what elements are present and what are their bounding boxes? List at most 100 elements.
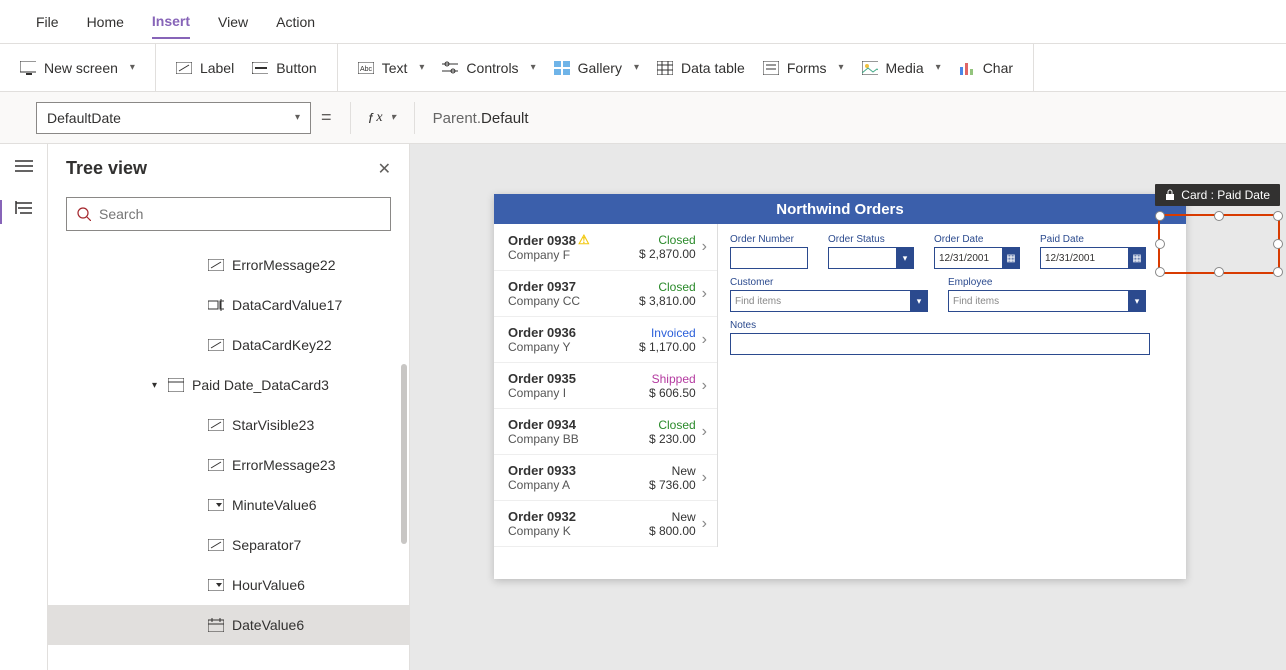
menu-action[interactable]: Action (276, 6, 315, 38)
forms-button[interactable]: Forms ▾ (757, 60, 850, 76)
charts-button[interactable]: Char (953, 60, 1019, 76)
svg-text:Abc: Abc (360, 66, 373, 73)
menu-insert[interactable]: Insert (152, 5, 190, 39)
field-label: Order Number (730, 234, 808, 245)
label-icon (176, 60, 192, 76)
fx-button[interactable]: fx ▾ (369, 110, 396, 126)
formula-bar: DefaultDate ▾ = fx ▾ Parent.Default (0, 92, 1286, 144)
order-item[interactable]: Order 0936Company YInvoiced$ 1,170.00› (494, 317, 717, 363)
charts-label: Char (983, 60, 1013, 76)
label-label: Label (200, 60, 234, 76)
tree-item[interactable]: DataCardKey22 (48, 325, 409, 365)
selection-box[interactable] (1158, 214, 1280, 274)
chevron-down-icon: ▾ (1128, 290, 1146, 312)
order-gallery[interactable]: Order 0938⚠Company FClosed$ 2,870.00›Ord… (494, 224, 718, 547)
app-preview[interactable]: Northwind Orders Order 0938⚠Company FClo… (494, 194, 1186, 579)
order-number-input[interactable] (730, 247, 808, 269)
canvas[interactable]: Card : Paid Date Northwind Orders Order … (410, 144, 1286, 670)
resize-handle[interactable] (1214, 267, 1224, 277)
customer-dropdown[interactable]: Find items▾ (730, 290, 928, 312)
chevron-right-icon: › (702, 515, 707, 533)
tree-item[interactable]: ▾Paid Date_DataCard3 (48, 365, 409, 405)
tree-item-label: ErrorMessage22 (232, 257, 336, 273)
field-label: Notes (730, 320, 1150, 331)
order-item[interactable]: Order 0938⚠Company FClosed$ 2,870.00› (494, 224, 717, 271)
lock-icon (1165, 189, 1175, 201)
gallery-button[interactable]: Gallery ▾ (548, 60, 645, 76)
warning-icon: ⚠ (578, 232, 590, 248)
text-button[interactable]: Abc Text ▾ (352, 60, 431, 76)
media-button[interactable]: Media ▾ (856, 60, 947, 76)
menu-home[interactable]: Home (87, 6, 124, 38)
chevron-down-icon: ▾ (391, 112, 396, 123)
order-item[interactable]: Order 0934Company BBClosed$ 230.00› (494, 409, 717, 455)
calendar-icon: ▦ (1002, 247, 1020, 269)
search-input[interactable] (66, 197, 391, 231)
resize-handle[interactable] (1273, 211, 1283, 221)
chevron-right-icon: › (702, 331, 707, 349)
gallery-label: Gallery (578, 60, 622, 76)
label-button[interactable]: Label (170, 60, 240, 76)
field-label: Order Date (934, 234, 1020, 245)
scrollbar[interactable] (401, 364, 407, 544)
order-status: Invoiced (639, 326, 696, 340)
tree-title: Tree view (66, 158, 147, 179)
close-icon[interactable]: ✕ (378, 159, 391, 179)
employee-dropdown[interactable]: Find items▾ (948, 290, 1146, 312)
order-company: Company I (508, 386, 649, 400)
order-amount: $ 736.00 (649, 478, 696, 492)
tree-item[interactable]: ErrorMessage23 (48, 445, 409, 485)
order-status: Closed (639, 233, 696, 247)
tree-item[interactable]: StarVisible23 (48, 405, 409, 445)
controls-button[interactable]: Controls ▾ (436, 60, 541, 76)
property-name: DefaultDate (47, 110, 121, 126)
tree-item-label: ErrorMessage23 (232, 457, 336, 473)
tree-item[interactable]: HourValue6 (48, 565, 409, 605)
menu-view[interactable]: View (218, 6, 248, 38)
app-title: Northwind Orders (494, 194, 1186, 224)
resize-handle[interactable] (1155, 211, 1165, 221)
chevron-right-icon: › (702, 285, 707, 303)
field-label: Employee (948, 277, 1146, 288)
media-icon (862, 60, 878, 76)
order-status-dropdown[interactable]: ▾ (828, 247, 914, 269)
chevron-down-icon: ▾ (896, 247, 914, 269)
resize-handle[interactable] (1273, 267, 1283, 277)
expand-caret-icon[interactable]: ▾ (152, 380, 157, 391)
resize-handle[interactable] (1273, 239, 1283, 249)
data-table-button[interactable]: Data table (651, 60, 751, 76)
order-company: Company F (508, 248, 639, 262)
property-selector[interactable]: DefaultDate ▾ (36, 102, 311, 134)
menu-file[interactable]: File (36, 6, 59, 38)
button-button[interactable]: Button (246, 60, 322, 76)
tree-item[interactable]: DateValue6 (48, 605, 409, 645)
controls-icon (442, 60, 458, 76)
order-item[interactable]: Order 0937Company CCClosed$ 3,810.00› (494, 271, 717, 317)
paid-date-picker[interactable]: 12/31/2001▦ (1040, 247, 1146, 269)
search-field[interactable] (99, 206, 380, 222)
dropdown-icon (208, 577, 224, 593)
forms-icon (763, 60, 779, 76)
new-screen-button[interactable]: New screen ▾ (14, 60, 141, 76)
order-amount: $ 606.50 (649, 386, 696, 400)
tree-item[interactable]: Separator7 (48, 525, 409, 565)
order-date-picker[interactable]: 12/31/2001▦ (934, 247, 1020, 269)
resize-handle[interactable] (1214, 211, 1224, 221)
order-item[interactable]: Order 0932Company KNew$ 800.00› (494, 501, 717, 547)
hamburger-icon[interactable] (12, 154, 36, 178)
resize-handle[interactable] (1155, 267, 1165, 277)
card-icon (168, 377, 184, 393)
order-item[interactable]: Order 0933Company ANew$ 736.00› (494, 455, 717, 501)
formula-input[interactable]: Parent.Default (433, 109, 529, 127)
tree-item[interactable]: ErrorMessage22 (48, 245, 409, 285)
resize-handle[interactable] (1155, 239, 1165, 249)
notes-input[interactable] (730, 333, 1150, 355)
order-status: Closed (649, 418, 696, 432)
screen-icon (20, 60, 36, 76)
label-icon (208, 337, 224, 353)
tree-item[interactable]: MinuteValue6 (48, 485, 409, 525)
order-company: Company Y (508, 340, 639, 354)
tree-item[interactable]: DataCardValue17 (48, 285, 409, 325)
tree-view-icon[interactable] (12, 196, 36, 220)
order-item[interactable]: Order 0935Company IShipped$ 606.50› (494, 363, 717, 409)
